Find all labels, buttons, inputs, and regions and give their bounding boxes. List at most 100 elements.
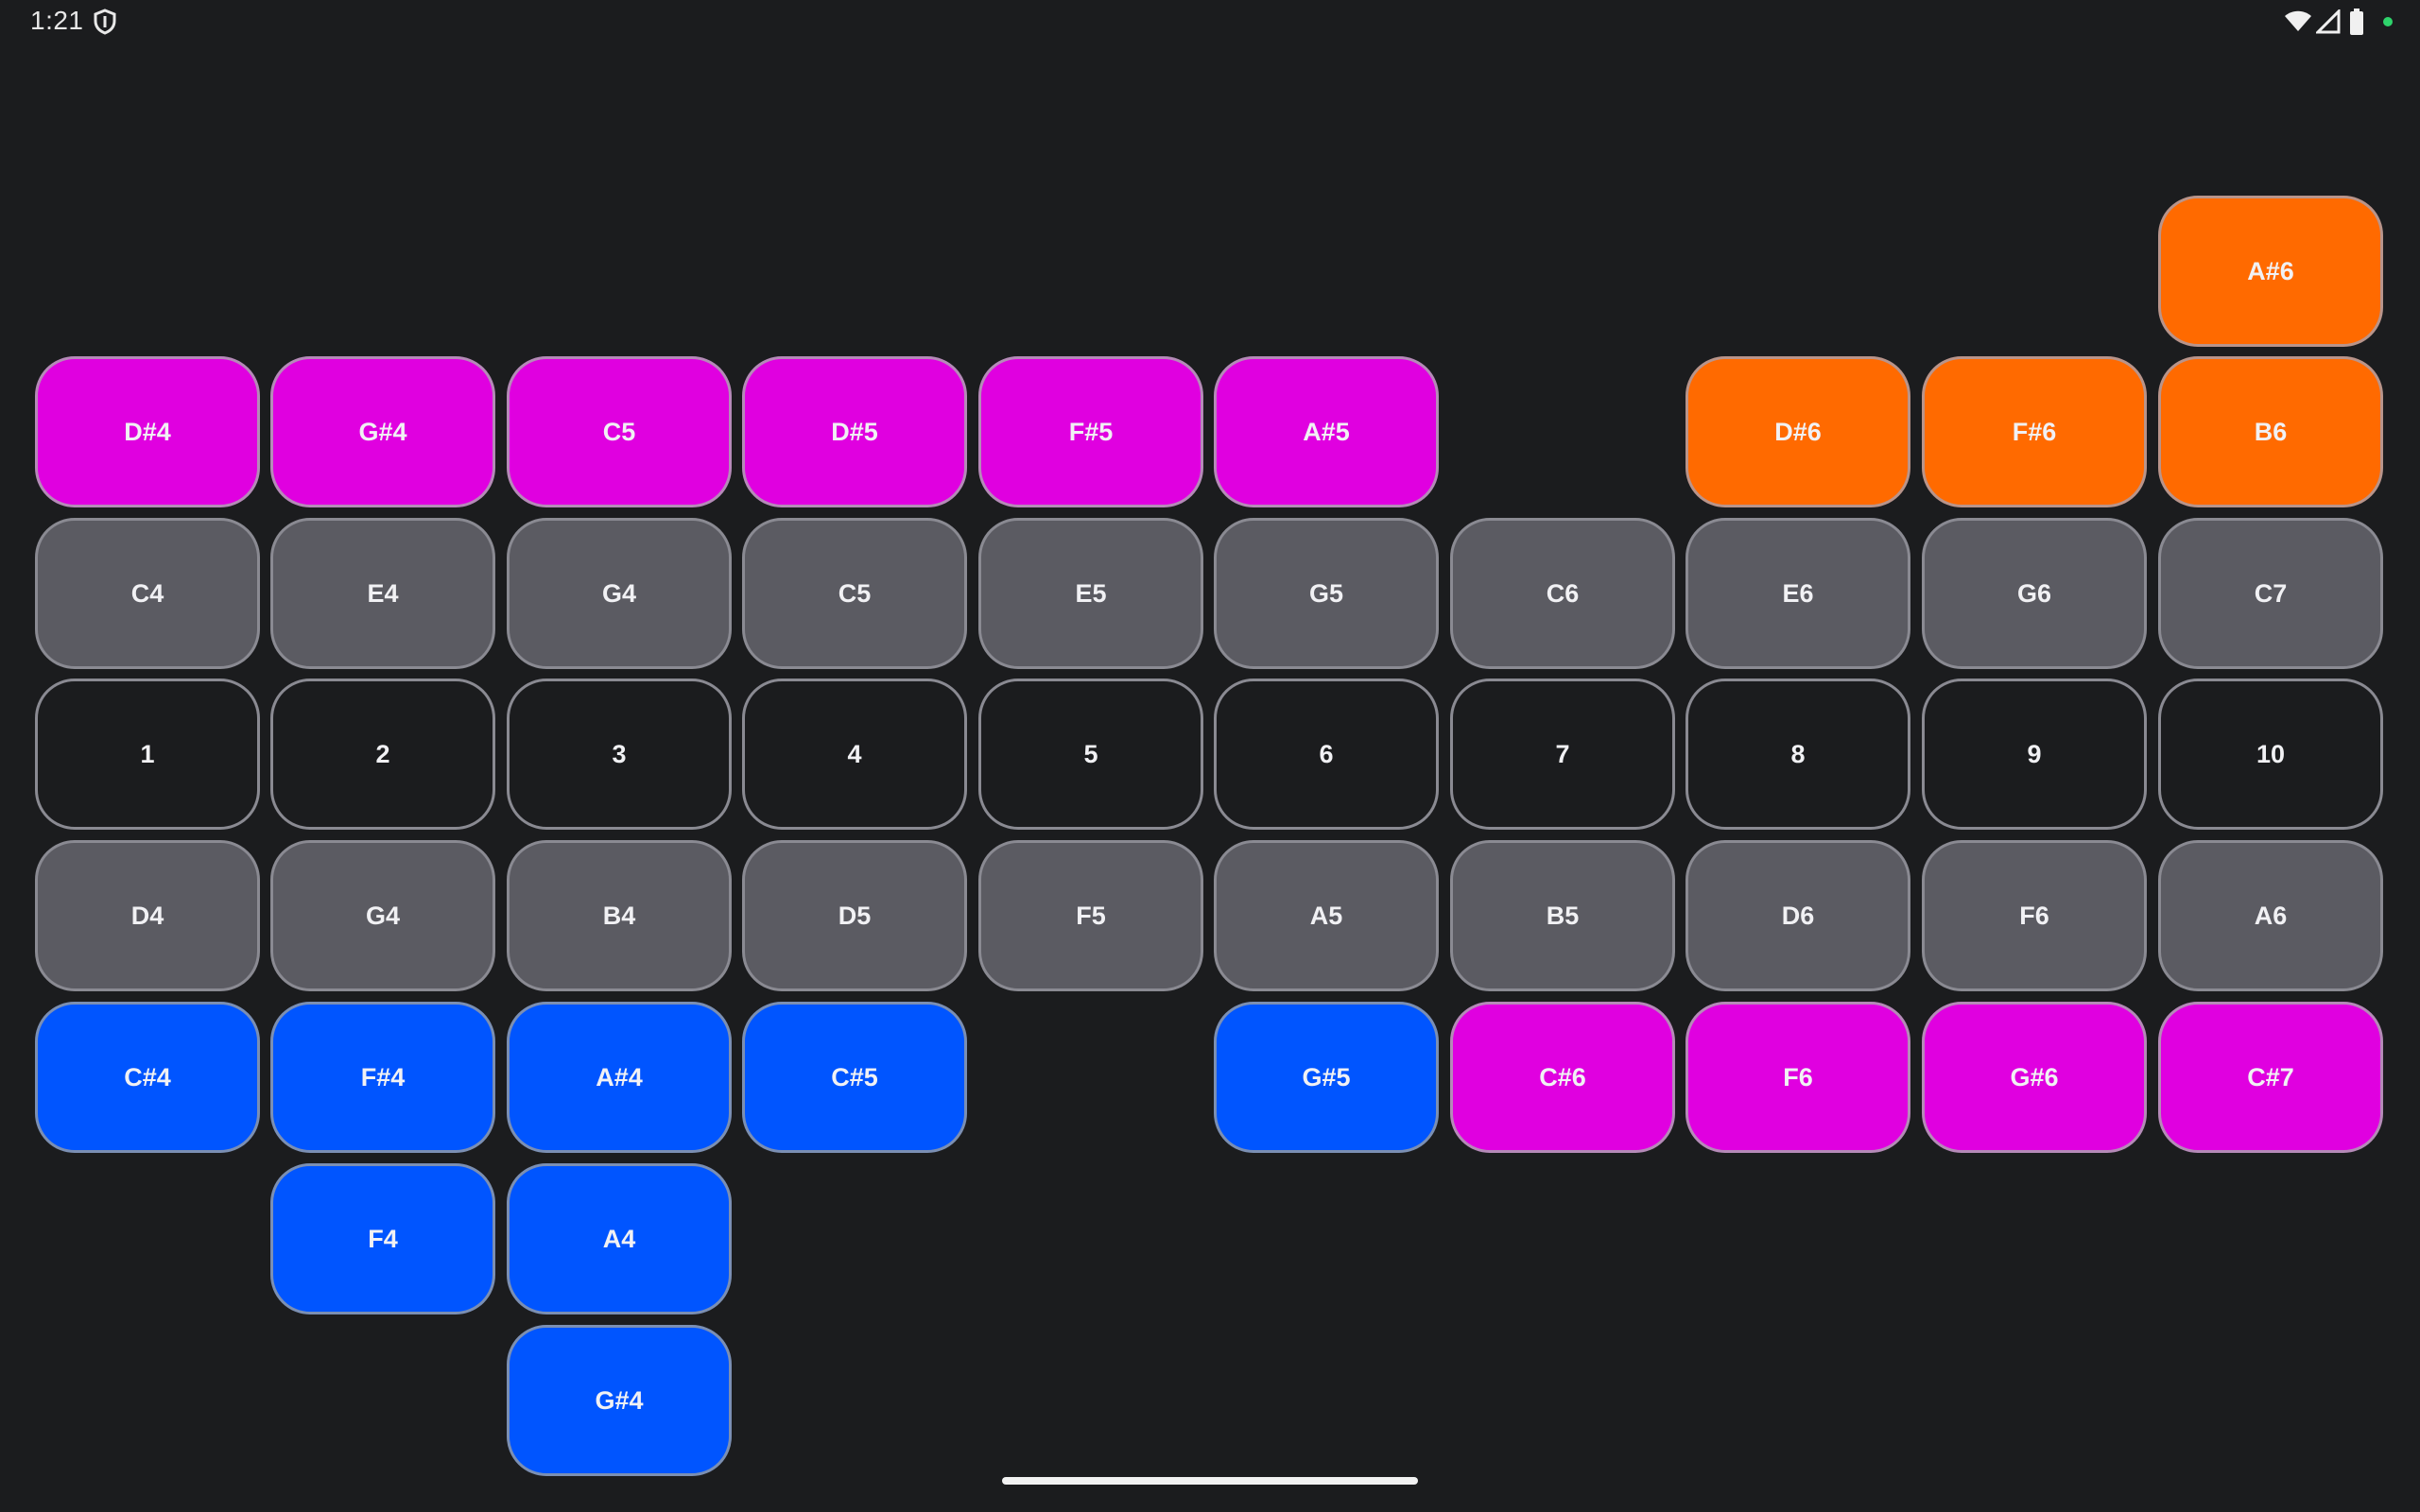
pad-label: C#7 [2247,1062,2294,1091]
pad-d-sharp-4[interactable]: D#4 [35,356,260,507]
pad-label: A#5 [1303,417,1350,446]
pad-label: 6 [1319,739,1334,768]
pad-d6[interactable]: D6 [1685,840,1910,991]
pad-label: 4 [847,739,862,768]
pad-a-sharp-6[interactable]: A#6 [2158,196,2383,347]
pad-label: F#5 [1068,417,1114,446]
pad-label: C#6 [1539,1062,1586,1091]
pad-d4[interactable]: D4 [35,840,260,991]
pad-c-sharp-6[interactable]: C#6 [1450,1002,1675,1153]
pad-f4[interactable]: F4 [270,1163,495,1314]
pad-f6[interactable]: F6 [1685,1002,1910,1153]
pad-number-2[interactable]: 2 [270,679,495,830]
pad-label: C#5 [831,1062,878,1091]
pad-label: B6 [2254,417,2288,446]
pad-g4[interactable]: G4 [507,518,732,669]
pad-label: G6 [2016,578,2052,608]
pad-label: E4 [367,578,399,608]
pad-label: C5 [602,417,636,446]
note-pad-grid: A#6 D#4 G#4 C5 D#5 F#5 A#5 D#6 F#6 B6 C4… [0,0,2420,1512]
pad-label: D#5 [831,417,878,446]
pad-g5[interactable]: G5 [1214,518,1439,669]
pad-f-sharp-4[interactable]: F#4 [270,1002,495,1153]
pad-number-6[interactable]: 6 [1214,679,1439,830]
pad-label: C7 [2254,578,2288,608]
pad-label: 5 [1083,739,1098,768]
pad-g4[interactable]: G4 [270,840,495,991]
pad-label: F4 [368,1224,398,1253]
pad-label: A5 [1309,901,1343,930]
pad-label: G4 [365,901,401,930]
pad-b6[interactable]: B6 [2158,356,2383,507]
pad-label: 2 [375,739,390,768]
pad-label: C6 [1546,578,1580,608]
pad-g-sharp-4[interactable]: G#4 [270,356,495,507]
pad-label: 9 [2027,739,2042,768]
pad-number-10[interactable]: 10 [2158,679,2383,830]
pad-label: D6 [1781,901,1815,930]
pad-c4[interactable]: C4 [35,518,260,669]
pad-label: B5 [1546,901,1580,930]
pad-number-3[interactable]: 3 [507,679,732,830]
pad-label: F6 [1783,1062,1813,1091]
pad-a6[interactable]: A6 [2158,840,2383,991]
pad-g-sharp-5[interactable]: G#5 [1214,1002,1439,1153]
pad-label: A4 [602,1224,636,1253]
pad-label: A#6 [2247,256,2294,285]
pad-label: G#4 [358,417,407,446]
pad-e6[interactable]: E6 [1685,518,1910,669]
pad-label: D#6 [1774,417,1822,446]
pad-label: G4 [601,578,637,608]
pad-number-4[interactable]: 4 [742,679,967,830]
pad-d5[interactable]: D5 [742,840,967,991]
pad-label: F6 [2019,901,2049,930]
pad-c5[interactable]: C5 [742,518,967,669]
pad-label: 8 [1790,739,1806,768]
pad-e5[interactable]: E5 [978,518,1203,669]
pad-c7[interactable]: C7 [2158,518,2383,669]
pad-number-5[interactable]: 5 [978,679,1203,830]
pad-label: F5 [1076,901,1106,930]
pad-number-1[interactable]: 1 [35,679,260,830]
pad-d-sharp-6[interactable]: D#6 [1685,356,1910,507]
pad-label: E5 [1075,578,1107,608]
pad-a-sharp-4[interactable]: A#4 [507,1002,732,1153]
pad-f-sharp-5[interactable]: F#5 [978,356,1203,507]
pad-c6[interactable]: C6 [1450,518,1675,669]
pad-a4[interactable]: A4 [507,1163,732,1314]
pad-a5[interactable]: A5 [1214,840,1439,991]
pad-label: D4 [130,901,164,930]
pad-e4[interactable]: E4 [270,518,495,669]
pad-label: E6 [1782,578,1814,608]
pad-number-7[interactable]: 7 [1450,679,1675,830]
pad-a-sharp-5[interactable]: A#5 [1214,356,1439,507]
pad-label: A6 [2254,901,2288,930]
pad-label: C4 [130,578,164,608]
pad-label: D5 [838,901,872,930]
pad-label: F#6 [2012,417,2057,446]
pad-c5[interactable]: C5 [507,356,732,507]
pad-label: D#4 [124,417,171,446]
pad-f6[interactable]: F6 [1922,840,2147,991]
pad-g-sharp-4-low[interactable]: G#4 [507,1325,732,1476]
pad-label: C5 [838,578,872,608]
pad-label: A#4 [596,1062,643,1091]
pad-c-sharp-4[interactable]: C#4 [35,1002,260,1153]
pad-g6[interactable]: G6 [1922,518,2147,669]
pad-c-sharp-7[interactable]: C#7 [2158,1002,2383,1153]
pad-f5[interactable]: F5 [978,840,1203,991]
pad-b5[interactable]: B5 [1450,840,1675,991]
pad-number-8[interactable]: 8 [1685,679,1910,830]
pad-f-sharp-6[interactable]: F#6 [1922,356,2147,507]
pad-label: G5 [1308,578,1344,608]
pad-d-sharp-5[interactable]: D#5 [742,356,967,507]
pad-number-9[interactable]: 9 [1922,679,2147,830]
home-indicator[interactable] [1002,1477,1418,1485]
pad-c-sharp-5[interactable]: C#5 [742,1002,967,1153]
pad-label: F#4 [360,1062,406,1091]
pad-label: C#4 [124,1062,171,1091]
pad-g-sharp-6[interactable]: G#6 [1922,1002,2147,1153]
pad-label: B4 [602,901,636,930]
pad-b4[interactable]: B4 [507,840,732,991]
pad-label: 10 [2256,739,2286,768]
